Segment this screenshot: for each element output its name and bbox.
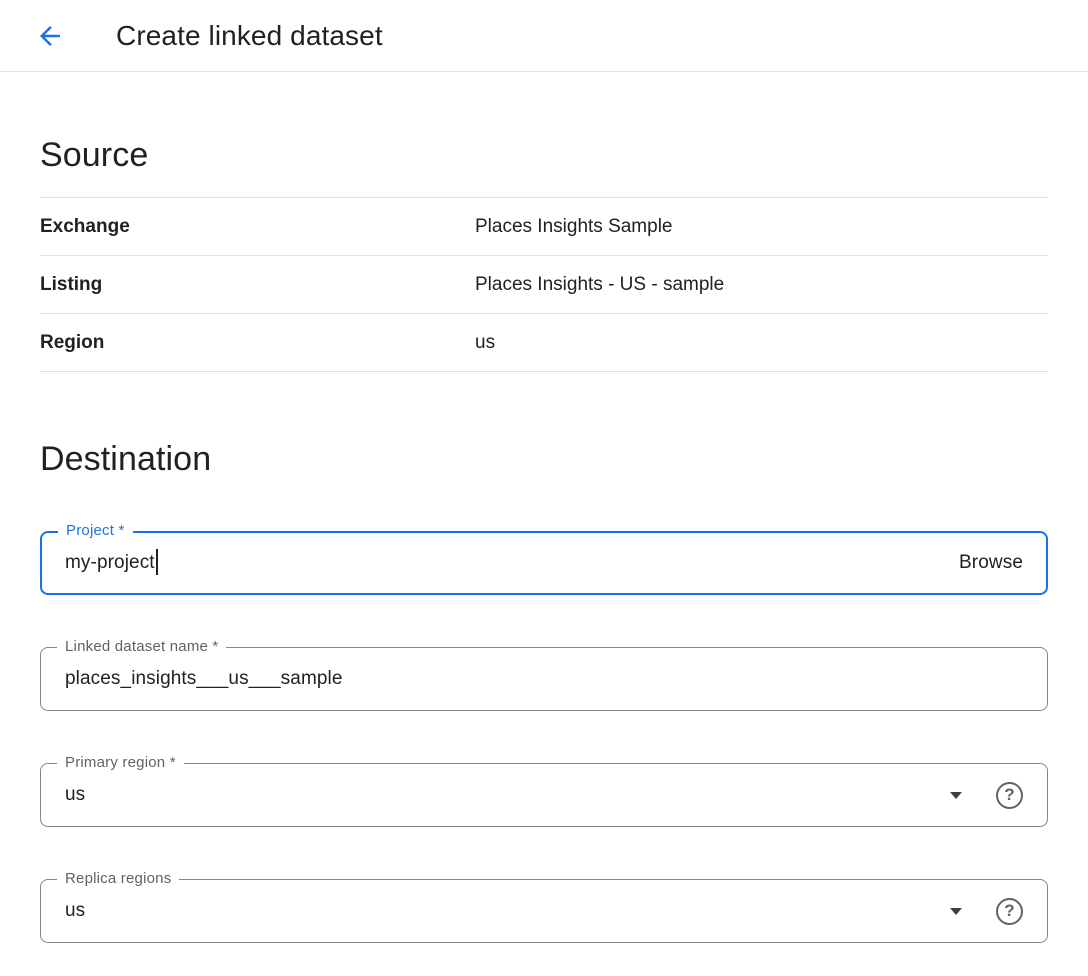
project-input[interactable]: my-project xyxy=(65,552,155,574)
table-row-exchange: Exchange Places Insights Sample xyxy=(40,198,1048,256)
primary-region-selected-value: us xyxy=(65,784,85,806)
listing-label: Listing xyxy=(40,274,475,296)
caret-down-icon[interactable] xyxy=(950,908,962,915)
main-content: Source Exchange Places Insights Sample L… xyxy=(0,136,1088,943)
replica-regions-selected-value: us xyxy=(65,900,85,922)
table-row-listing: Listing Places Insights - US - sample xyxy=(40,256,1048,314)
source-info-table: Exchange Places Insights Sample Listing … xyxy=(40,197,1048,372)
destination-section-heading: Destination xyxy=(40,440,1048,479)
primary-region-label: Primary region * xyxy=(57,754,184,771)
primary-region-field[interactable]: Primary region * us ? xyxy=(40,763,1048,827)
project-field-label: Project * xyxy=(58,522,133,539)
caret-down-icon[interactable] xyxy=(950,792,962,799)
project-field[interactable]: Project * my-project Browse xyxy=(40,531,1048,595)
linked-dataset-name-field[interactable]: Linked dataset name * places_insights___… xyxy=(40,647,1048,711)
region-label: Region xyxy=(40,332,475,354)
help-icon[interactable]: ? xyxy=(996,898,1023,925)
region-value: us xyxy=(475,332,495,354)
replica-regions-field[interactable]: Replica regions us ? xyxy=(40,879,1048,943)
source-section-heading: Source xyxy=(40,136,1048,175)
linked-dataset-name-input[interactable]: places_insights___us___sample xyxy=(65,668,343,690)
exchange-value: Places Insights Sample xyxy=(475,216,673,238)
text-cursor xyxy=(156,549,158,575)
arrow-back-icon xyxy=(35,21,65,51)
linked-dataset-name-label: Linked dataset name * xyxy=(57,638,226,655)
browse-button[interactable]: Browse xyxy=(959,552,1023,574)
table-row-region: Region us xyxy=(40,314,1048,372)
listing-value: Places Insights - US - sample xyxy=(475,274,724,296)
page-title: Create linked dataset xyxy=(116,20,383,52)
back-button[interactable] xyxy=(28,14,72,58)
help-icon[interactable]: ? xyxy=(996,782,1023,809)
page-header: Create linked dataset xyxy=(0,0,1088,72)
exchange-label: Exchange xyxy=(40,216,475,238)
replica-regions-label: Replica regions xyxy=(57,870,179,887)
